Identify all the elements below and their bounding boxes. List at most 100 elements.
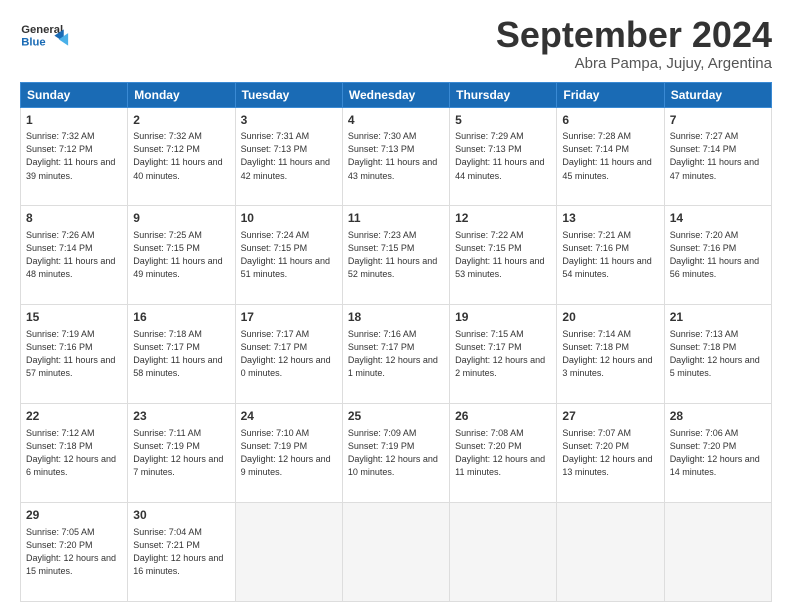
day-number: 2 (133, 112, 229, 129)
cell-text: Sunrise: 7:19 AMSunset: 7:16 PMDaylight:… (26, 329, 115, 378)
header-row: Sunday Monday Tuesday Wednesday Thursday… (21, 82, 772, 107)
cell-text: Sunrise: 7:28 AMSunset: 7:14 PMDaylight:… (562, 131, 651, 180)
table-cell: 9Sunrise: 7:25 AMSunset: 7:15 PMDaylight… (128, 206, 235, 305)
table-cell: 1 Sunrise: 7:32 AMSunset: 7:12 PMDaylight… (21, 107, 128, 206)
table-cell: 26 Sunrise: 7:08 AMSunset: 7:20 PMDayligh… (450, 404, 557, 503)
cell-text: Sunrise: 7:22 AMSunset: 7:15 PMDaylight:… (455, 230, 544, 279)
cell-text: Sunrise: 7:08 AMSunset: 7:20 PMDaylight:… (455, 428, 545, 477)
cell-text: Sunrise: 7:32 AMSunset: 7:12 PMDaylight:… (133, 131, 222, 180)
table-cell: 8 Sunrise: 7:26 AMSunset: 7:14 PMDaylight… (21, 206, 128, 305)
cell-text: Sunrise: 7:31 AMSunset: 7:13 PMDaylight:… (241, 131, 330, 180)
svg-text:Blue: Blue (21, 37, 45, 49)
table-cell (557, 503, 664, 602)
day-number: 19 (455, 309, 551, 326)
day-number: 4 (348, 112, 444, 129)
day-number: 16 (133, 309, 229, 326)
table-cell (342, 503, 449, 602)
cell-text: Sunrise: 7:16 AMSunset: 7:17 PMDaylight:… (348, 329, 438, 378)
day-number: 7 (670, 112, 766, 129)
cell-text: Sunrise: 7:15 AMSunset: 7:17 PMDaylight:… (455, 329, 545, 378)
header: General Blue September 2024 Abra Pampa, … (20, 15, 772, 72)
table-cell: 24 Sunrise: 7:10 AMSunset: 7:19 PMDayligh… (235, 404, 342, 503)
cell-text: Sunrise: 7:21 AMSunset: 7:16 PMDaylight:… (562, 230, 651, 279)
table-cell (450, 503, 557, 602)
table-cell: 11Sunrise: 7:23 AMSunset: 7:15 PMDayligh… (342, 206, 449, 305)
table-cell: 4 Sunrise: 7:30 AMSunset: 7:13 PMDaylight… (342, 107, 449, 206)
table-cell: 18 Sunrise: 7:16 AMSunset: 7:17 PMDayligh… (342, 305, 449, 404)
cell-text: Sunrise: 7:10 AMSunset: 7:19 PMDaylight:… (241, 428, 331, 477)
cell-text: Sunrise: 7:32 AMSunset: 7:12 PMDaylight:… (26, 131, 115, 180)
logo-svg: General Blue (20, 15, 70, 60)
day-number: 20 (562, 309, 658, 326)
week-row-2: 8 Sunrise: 7:26 AMSunset: 7:14 PMDaylight… (21, 206, 772, 305)
table-cell: 29 Sunrise: 7:05 AMSunset: 7:20 PMDayligh… (21, 503, 128, 602)
col-thursday: Thursday (450, 82, 557, 107)
cell-text: Sunrise: 7:24 AMSunset: 7:15 PMDaylight:… (241, 230, 330, 279)
location-subtitle: Abra Pampa, Jujuy, Argentina (496, 55, 772, 72)
day-number: 23 (133, 408, 229, 425)
table-cell: 20 Sunrise: 7:14 AMSunset: 7:18 PMDayligh… (557, 305, 664, 404)
cell-text: Sunrise: 7:14 AMSunset: 7:18 PMDaylight:… (562, 329, 652, 378)
day-number: 9 (133, 210, 229, 227)
table-cell: 14Sunrise: 7:20 AMSunset: 7:16 PMDayligh… (664, 206, 771, 305)
table-cell: 13 Sunrise: 7:21 AMSunset: 7:16 PMDayligh… (557, 206, 664, 305)
table-cell: 25 Sunrise: 7:09 AMSunset: 7:19 PMDayligh… (342, 404, 449, 503)
cell-text: Sunrise: 7:11 AMSunset: 7:19 PMDaylight:… (133, 428, 223, 477)
cell-text: Sunrise: 7:05 AMSunset: 7:20 PMDaylight:… (26, 527, 116, 576)
table-cell: 22 Sunrise: 7:12 AMSunset: 7:18 PMDayligh… (21, 404, 128, 503)
cell-text: Sunrise: 7:12 AMSunset: 7:18 PMDaylight:… (26, 428, 116, 477)
day-number: 25 (348, 408, 444, 425)
day-number: 22 (26, 408, 122, 425)
cell-text: Sunrise: 7:23 AMSunset: 7:15 PMDaylight:… (348, 230, 437, 279)
logo: General Blue (20, 15, 70, 60)
col-monday: Monday (128, 82, 235, 107)
table-cell: 28 Sunrise: 7:06 AMSunset: 7:20 PMDayligh… (664, 404, 771, 503)
table-cell: 2 Sunrise: 7:32 AMSunset: 7:12 PMDaylight… (128, 107, 235, 206)
day-number: 5 (455, 112, 551, 129)
day-number: 14 (670, 210, 766, 227)
cell-text: Sunrise: 7:06 AMSunset: 7:20 PMDaylight:… (670, 428, 760, 477)
page: General Blue September 2024 Abra Pampa, … (0, 0, 792, 612)
day-number: 8 (26, 210, 122, 227)
cell-text: Sunrise: 7:13 AMSunset: 7:18 PMDaylight:… (670, 329, 760, 378)
table-cell: 30Sunrise: 7:04 AMSunset: 7:21 PMDayligh… (128, 503, 235, 602)
table-cell: 27Sunrise: 7:07 AMSunset: 7:20 PMDayligh… (557, 404, 664, 503)
day-number: 24 (241, 408, 337, 425)
day-number: 21 (670, 309, 766, 326)
day-number: 28 (670, 408, 766, 425)
day-number: 13 (562, 210, 658, 227)
table-cell: 19 Sunrise: 7:15 AMSunset: 7:17 PMDayligh… (450, 305, 557, 404)
cell-text: Sunrise: 7:30 AMSunset: 7:13 PMDaylight:… (348, 131, 437, 180)
week-row-5: 29 Sunrise: 7:05 AMSunset: 7:20 PMDayligh… (21, 503, 772, 602)
cell-text: Sunrise: 7:07 AMSunset: 7:20 PMDaylight:… (562, 428, 652, 477)
day-number: 12 (455, 210, 551, 227)
cell-text: Sunrise: 7:26 AMSunset: 7:14 PMDaylight:… (26, 230, 115, 279)
cell-text: Sunrise: 7:04 AMSunset: 7:21 PMDaylight:… (133, 527, 223, 576)
cell-text: Sunrise: 7:29 AMSunset: 7:13 PMDaylight:… (455, 131, 544, 180)
col-tuesday: Tuesday (235, 82, 342, 107)
col-sunday: Sunday (21, 82, 128, 107)
table-cell: 21 Sunrise: 7:13 AMSunset: 7:18 PMDayligh… (664, 305, 771, 404)
table-cell: 3 Sunrise: 7:31 AMSunset: 7:13 PMDaylight… (235, 107, 342, 206)
cell-text: Sunrise: 7:09 AMSunset: 7:19 PMDaylight:… (348, 428, 438, 477)
col-friday: Friday (557, 82, 664, 107)
cell-text: Sunrise: 7:18 AMSunset: 7:17 PMDaylight:… (133, 329, 222, 378)
table-cell: 17Sunrise: 7:17 AMSunset: 7:17 PMDayligh… (235, 305, 342, 404)
calendar-table: Sunday Monday Tuesday Wednesday Thursday… (20, 82, 772, 602)
cell-text: Sunrise: 7:17 AMSunset: 7:17 PMDaylight:… (241, 329, 331, 378)
table-cell: 23 Sunrise: 7:11 AMSunset: 7:19 PMDayligh… (128, 404, 235, 503)
cell-text: Sunrise: 7:27 AMSunset: 7:14 PMDaylight:… (670, 131, 759, 180)
table-cell: 7 Sunrise: 7:27 AMSunset: 7:14 PMDaylight… (664, 107, 771, 206)
day-number: 15 (26, 309, 122, 326)
day-number: 18 (348, 309, 444, 326)
week-row-4: 22 Sunrise: 7:12 AMSunset: 7:18 PMDayligh… (21, 404, 772, 503)
day-number: 6 (562, 112, 658, 129)
day-number: 26 (455, 408, 551, 425)
day-number: 10 (241, 210, 337, 227)
col-wednesday: Wednesday (342, 82, 449, 107)
day-number: 3 (241, 112, 337, 129)
col-saturday: Saturday (664, 82, 771, 107)
table-cell: 15 Sunrise: 7:19 AMSunset: 7:16 PMDayligh… (21, 305, 128, 404)
day-number: 1 (26, 112, 122, 129)
day-number: 29 (26, 507, 122, 524)
